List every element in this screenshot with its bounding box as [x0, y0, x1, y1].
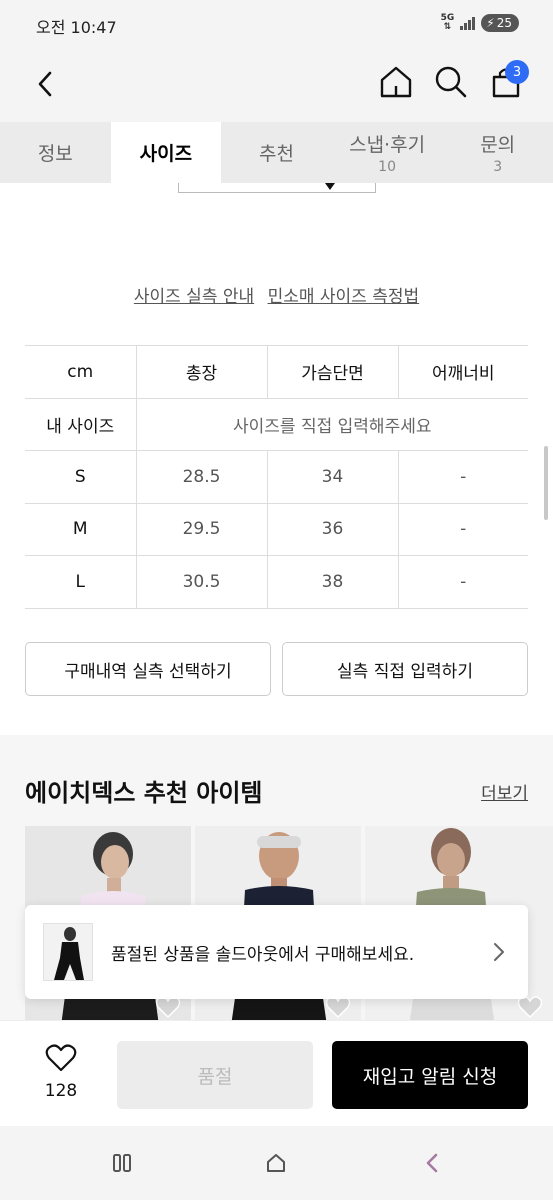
value-cell: - — [398, 502, 528, 556]
history-measure-select-button[interactable]: 구매내역 실측 선택하기 — [25, 642, 271, 696]
status-time: 오전 10:47 — [36, 18, 117, 37]
header-cell: 가슴단면 — [267, 345, 399, 399]
battery-icon: ⚡ 25 — [481, 14, 519, 32]
signal-icon — [460, 16, 476, 30]
size-table: cm 총장 가슴단면 어깨너비 내 사이즈 사이즈를 직접 입력해주세요 S 2… — [25, 345, 528, 609]
tab-recommend[interactable]: 추천 — [221, 122, 332, 183]
value-cell: 38 — [267, 555, 399, 609]
value-cell: 30.5 — [136, 555, 268, 609]
header-cell: 어깨너비 — [398, 345, 528, 399]
recent-apps-icon[interactable] — [112, 1154, 132, 1172]
chevron-right-icon — [494, 943, 504, 961]
sleeveless-measure-link[interactable]: 민소매 사이즈 측정법 — [268, 287, 420, 307]
my-size-input-hint[interactable]: 사이즈를 직접 입력해주세요 — [136, 397, 528, 451]
size-guide-links: 사이즈 실측 안내 민소매 사이즈 측정법 — [0, 282, 553, 307]
charging-icon: ⚡ — [486, 16, 495, 30]
tab-label: 정보 — [37, 143, 73, 165]
size-select-bottom[interactable] — [178, 183, 376, 193]
size-cell: M — [25, 502, 137, 556]
tab-inquiry[interactable]: 문의 3 — [442, 122, 553, 183]
tab-label: 문의 — [480, 134, 516, 156]
direct-measure-input-button[interactable]: 실측 직접 입력하기 — [282, 642, 528, 696]
table-row: S 28.5 34 - — [25, 450, 528, 504]
heart-outline-icon[interactable] — [45, 1043, 77, 1073]
tab-count: 3 — [493, 159, 503, 175]
value-cell: 29.5 — [136, 502, 268, 556]
status-bar: 오전 10:47 5G ⇅ ⚡ 25 — [0, 0, 553, 50]
tab-label: 스냅·후기 — [349, 134, 426, 156]
header-cell: 총장 — [136, 345, 268, 399]
home-icon[interactable] — [378, 64, 414, 100]
my-size-row: 내 사이즈 사이즈를 직접 입력해주세요 — [25, 397, 528, 451]
tab-size[interactable]: 사이즈 — [110, 122, 222, 183]
value-cell: 34 — [267, 450, 399, 504]
table-row: L 30.5 38 - — [25, 555, 528, 609]
size-cell: S — [25, 450, 137, 504]
value-cell: - — [398, 450, 528, 504]
battery-level: 25 — [496, 16, 512, 30]
table-header-row: cm 총장 가슴단면 어깨너비 — [25, 345, 528, 399]
table-row: M 29.5 36 - — [25, 502, 528, 556]
size-cell: L — [25, 555, 137, 609]
recommend-title: 에이치덱스 추천 아이템 — [25, 779, 263, 807]
toast-product-thumbnail — [43, 923, 93, 981]
scrollbar-thumb[interactable] — [544, 446, 548, 520]
system-nav-bar — [0, 1126, 553, 1200]
my-size-label: 내 사이즈 — [25, 397, 137, 451]
tab-label: 사이즈 — [139, 143, 193, 165]
value-cell: 36 — [267, 502, 399, 556]
value-cell: 28.5 — [136, 450, 268, 504]
back-arrow-icon[interactable] — [28, 66, 64, 102]
tab-label: 추천 — [259, 143, 294, 165]
soldout-toast[interactable]: 품절된 상품을 솔드아웃에서 구매해보세요. — [25, 905, 528, 999]
home-nav-icon[interactable] — [265, 1152, 287, 1174]
tab-count: 10 — [378, 159, 396, 175]
like-count: 128 — [44, 1081, 78, 1101]
tab-snap-review[interactable]: 스냅·후기 10 — [332, 122, 443, 183]
bottom-purchase-bar: 128 품절 재입고 알림 신청 — [0, 1020, 553, 1126]
header-cell: cm — [25, 345, 137, 399]
search-icon[interactable] — [433, 64, 469, 100]
recommend-more-link[interactable]: 더보기 — [481, 779, 528, 804]
cart-count-badge: 3 — [505, 60, 529, 84]
soldout-button: 품절 — [117, 1041, 313, 1109]
back-nav-icon[interactable] — [422, 1152, 442, 1174]
size-measure-guide-link[interactable]: 사이즈 실측 안내 — [134, 287, 254, 307]
app-header: 3 — [0, 50, 553, 122]
value-cell: - — [398, 555, 528, 609]
toast-message: 품절된 상품을 솔드아웃에서 구매해보세요. — [111, 945, 415, 965]
network-5g-icon: 5G ⇅ — [440, 13, 455, 32]
caret-down-icon — [325, 183, 335, 190]
restock-alert-button[interactable]: 재입고 알림 신청 — [332, 1041, 528, 1109]
product-tabs: 정보 사이즈 추천 스냅·후기 10 문의 3 — [0, 122, 553, 183]
status-icons: 5G ⇅ ⚡ 25 — [441, 14, 519, 32]
tab-info[interactable]: 정보 — [0, 122, 111, 183]
